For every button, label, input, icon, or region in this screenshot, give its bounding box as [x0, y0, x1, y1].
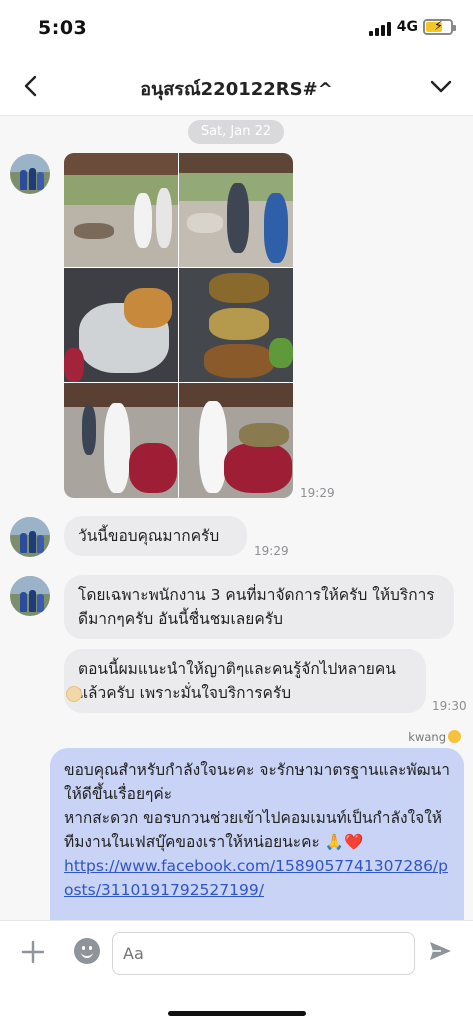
- sender-name: kwang: [408, 730, 461, 744]
- chat-title: อนุสรณ์220122RS#^: [140, 79, 333, 100]
- battery-icon: ⚡: [423, 19, 456, 35]
- compose-bar: [0, 920, 473, 1000]
- outgoing-message[interactable]: ขอบคุณสำหรับกำลังใจนะคะ จะรักษามาตรฐานแล…: [50, 748, 464, 920]
- chevron-left-icon[interactable]: [18, 72, 46, 100]
- photo-thumbnail[interactable]: [179, 268, 293, 382]
- date-separator: Sat, Jan 22: [188, 120, 284, 144]
- chevron-down-icon[interactable]: [427, 72, 455, 100]
- message-timestamp: 19:29: [254, 544, 289, 558]
- photo-album[interactable]: [64, 153, 293, 498]
- photo-thumbnail[interactable]: [64, 383, 178, 498]
- status-time: 5:03: [38, 17, 88, 39]
- facebook-link[interactable]: https://www.facebook.com/158905774130728…: [64, 857, 448, 899]
- reply-text-2: หากสะดวก ขอรบกวนช่วยเข้าไปคอมเมนท์เป็นกำ…: [64, 809, 443, 851]
- message-list[interactable]: Sat, Jan 22 19:29 วันนี้ขอบคุณมากครับ 19…: [0, 116, 473, 920]
- signal-icon: [369, 22, 391, 36]
- network-label: 4G: [396, 19, 418, 35]
- avatar[interactable]: [10, 517, 50, 557]
- emoji-icon[interactable]: [74, 938, 100, 964]
- avatar[interactable]: [10, 576, 50, 616]
- face-emoji-icon: [448, 730, 461, 743]
- message-timestamp: 19:29: [300, 486, 335, 500]
- photo-thumbnail[interactable]: [179, 383, 293, 498]
- home-indicator: [168, 1011, 306, 1016]
- incoming-message[interactable]: ตอนนี้ผมแนะนำให้ญาติๆและคนรู้จักไปหลายคน…: [64, 649, 426, 713]
- avatar[interactable]: [10, 154, 50, 194]
- send-icon[interactable]: [427, 938, 453, 964]
- incoming-message[interactable]: วันนี้ขอบคุณมากครับ: [64, 516, 247, 556]
- reply-text-1: ขอบคุณสำหรับกำลังใจนะคะ จะรักษามาตรฐานแล…: [64, 761, 450, 803]
- photo-thumbnail[interactable]: [179, 153, 293, 267]
- chat-screen: 5:03 4G ⚡ อนุสรณ์220122RS#^ Sat, Jan 22: [0, 0, 473, 1024]
- sticker-icon[interactable]: [66, 686, 82, 702]
- photo-thumbnail[interactable]: [64, 268, 178, 382]
- message-input[interactable]: [112, 932, 415, 975]
- plus-icon[interactable]: [20, 939, 46, 965]
- status-bar: 5:03 4G ⚡: [0, 0, 473, 58]
- photo-thumbnail[interactable]: [64, 153, 178, 267]
- message-timestamp: 19:30: [432, 699, 467, 713]
- chat-header: อนุสรณ์220122RS#^: [0, 58, 473, 116]
- incoming-message[interactable]: โดยเฉพาะพนักงาน 3 คนที่มาจัดการให้ครับ ใ…: [64, 575, 454, 639]
